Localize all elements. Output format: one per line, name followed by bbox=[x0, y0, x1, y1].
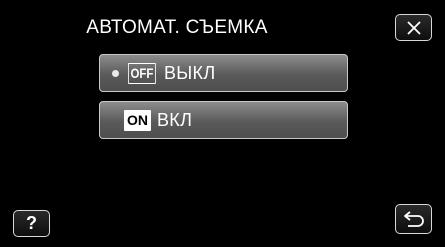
selected-dot-icon bbox=[112, 70, 119, 77]
close-button[interactable] bbox=[395, 14, 432, 41]
close-icon bbox=[406, 20, 421, 35]
option-off-label: ВЫКЛ bbox=[164, 62, 216, 83]
on-badge: ON bbox=[124, 109, 151, 131]
off-badge: OFF bbox=[128, 62, 156, 84]
back-arrow-icon bbox=[403, 211, 424, 227]
option-off-button[interactable]: OFF ВЫКЛ bbox=[99, 54, 348, 92]
option-on-button[interactable]: ON ВКЛ bbox=[99, 101, 348, 139]
page-title: АВТОМАТ. СЪЕМКА bbox=[86, 17, 268, 38]
help-button[interactable]: ? bbox=[13, 210, 50, 237]
option-on-label: ВКЛ bbox=[157, 109, 193, 130]
back-button[interactable] bbox=[395, 204, 432, 234]
